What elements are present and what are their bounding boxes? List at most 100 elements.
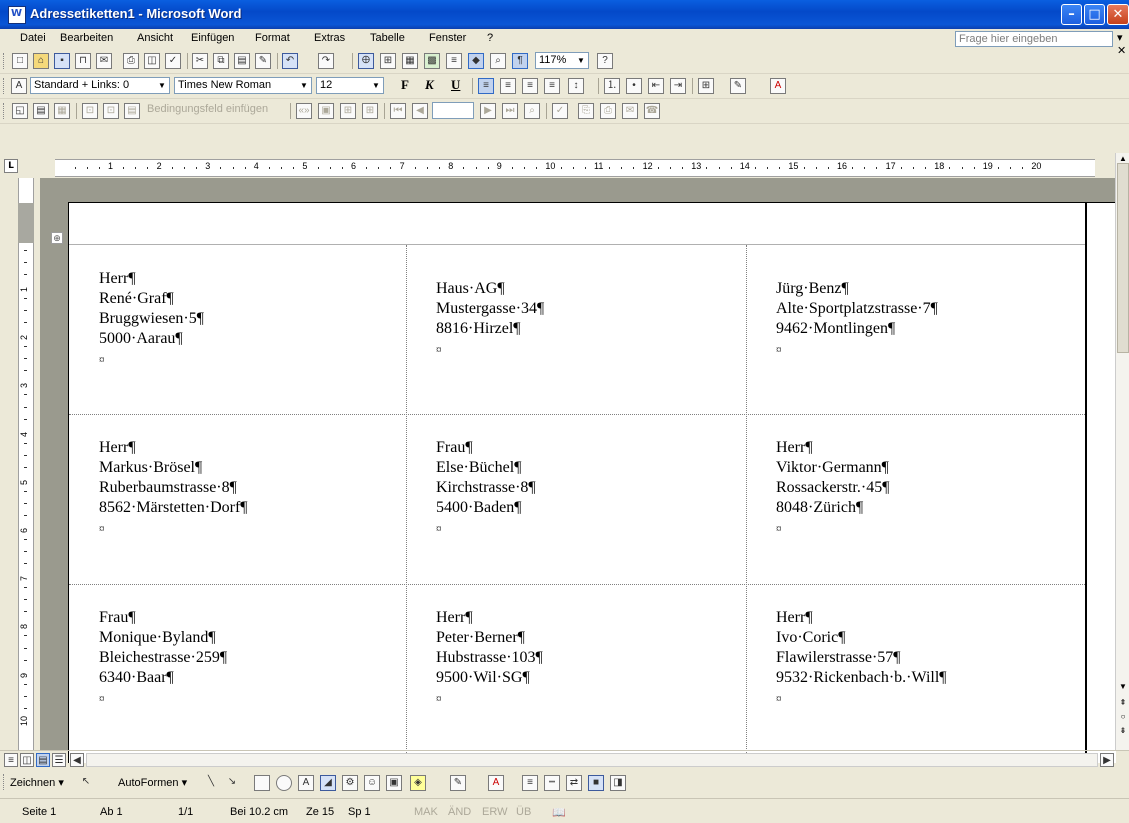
- style-combo[interactable]: Standard + Links: 0 ▼: [30, 77, 170, 94]
- status-mode-overtype[interactable]: ÜB: [516, 806, 531, 818]
- maximize-button[interactable]: □: [1084, 4, 1105, 25]
- address-label[interactable]: Haus·AG¶ Mustergasse·34¶ 8816·Hirzel¶ ¤: [436, 279, 544, 359]
- rectangle-icon[interactable]: [254, 775, 270, 791]
- spelling-status-icon[interactable]: 📖: [552, 806, 566, 819]
- merge-new-document-icon[interactable]: ⎘: [578, 103, 594, 119]
- bullets-icon[interactable]: •: [626, 78, 642, 94]
- numbering-icon[interactable]: ⒈: [604, 78, 620, 94]
- minimize-button[interactable]: –: [1061, 4, 1082, 25]
- open-data-source-icon[interactable]: ▤: [33, 103, 49, 119]
- title-bar[interactable]: W Adressetiketten1 - Microsoft Word – □ …: [0, 0, 1129, 29]
- picture-icon[interactable]: ▣: [386, 775, 402, 791]
- browse-object-icon[interactable]: ○: [1116, 711, 1129, 723]
- 3d-style-icon[interactable]: ◨: [610, 775, 626, 791]
- scroll-thumb[interactable]: [1117, 163, 1129, 353]
- highlight-icon[interactable]: ✎: [730, 78, 746, 94]
- chevron-down-icon[interactable]: ▼: [575, 54, 587, 67]
- status-mode-record[interactable]: MAK: [414, 806, 438, 818]
- styles-icon[interactable]: A: [11, 78, 27, 94]
- tab-selector[interactable]: L: [4, 159, 18, 173]
- excel-icon[interactable]: ▩: [424, 53, 440, 69]
- merge-email-icon[interactable]: ✉: [622, 103, 638, 119]
- menu-bearbeiten[interactable]: Bearbeiten: [60, 32, 113, 44]
- print-preview-icon[interactable]: ◫: [144, 53, 160, 69]
- menu-help[interactable]: ?: [487, 32, 493, 44]
- find-entry-icon[interactable]: ⌕: [524, 103, 540, 119]
- copy-icon[interactable]: ⧉: [213, 53, 229, 69]
- show-hide-paragraph-icon[interactable]: ¶: [512, 53, 528, 69]
- ellipse-icon[interactable]: [276, 775, 292, 791]
- chevron-down-icon[interactable]: ▼: [156, 79, 168, 92]
- spellcheck-icon[interactable]: ✓: [165, 53, 181, 69]
- previous-record-icon[interactable]: ◀: [412, 103, 428, 119]
- insert-fields-icon[interactable]: ▤: [124, 103, 140, 119]
- draw-menu-button[interactable]: Zeichnen ▾: [10, 776, 64, 789]
- font-combo[interactable]: Times New Roman ▼: [174, 77, 312, 94]
- scroll-down-icon[interactable]: ▼: [1116, 681, 1129, 693]
- first-record-icon[interactable]: ⏮: [390, 103, 406, 119]
- cut-icon[interactable]: ✂: [192, 53, 208, 69]
- close-button[interactable]: ✕: [1107, 4, 1129, 25]
- align-center-icon[interactable]: ≡: [500, 78, 516, 94]
- line-color-icon[interactable]: ✎: [450, 775, 466, 791]
- address-label[interactable]: Jürg·Benz¶ Alte·Sportplatzstrasse·7¶ 9462·…: [776, 279, 938, 359]
- main-document-icon[interactable]: ◱: [12, 103, 28, 119]
- zoom-combo[interactable]: 117% ▼: [535, 52, 589, 69]
- redo-icon[interactable]: ↷: [318, 53, 334, 69]
- table-move-handle-icon[interactable]: ⊕: [51, 232, 63, 244]
- bold-button[interactable]: F: [401, 77, 409, 93]
- merge-printer-icon[interactable]: ⎙: [600, 103, 616, 119]
- menu-datei[interactable]: Datei: [20, 32, 46, 44]
- dash-style-icon[interactable]: ┅: [544, 775, 560, 791]
- autoshapes-menu-button[interactable]: AutoFormen ▾: [118, 776, 187, 789]
- save-icon[interactable]: ▪: [54, 53, 70, 69]
- font-size-combo[interactable]: 12 ▼: [316, 77, 384, 94]
- line-icon[interactable]: ╲: [203, 775, 219, 791]
- font-color-icon[interactable]: A: [770, 78, 786, 94]
- status-mode-extend[interactable]: ERW: [482, 806, 507, 818]
- scroll-right-icon[interactable]: ▶: [1100, 753, 1114, 767]
- menu-fenster[interactable]: Fenster: [429, 32, 466, 44]
- recipients-icon[interactable]: ▦: [54, 103, 70, 119]
- hyperlink-icon[interactable]: 🜨: [358, 53, 374, 69]
- drawing-icon[interactable]: ◆: [468, 53, 484, 69]
- arrow-style-icon[interactable]: ⇄: [566, 775, 582, 791]
- toolbar-grip[interactable]: [3, 78, 7, 94]
- view-merged-data-icon[interactable]: «»: [296, 103, 312, 119]
- paste-icon[interactable]: ▤: [234, 53, 250, 69]
- check-errors-icon[interactable]: ✓: [552, 103, 568, 119]
- word-app-icon[interactable]: W: [8, 6, 26, 24]
- open-icon[interactable]: ⌂: [33, 53, 49, 69]
- diagram-icon[interactable]: ⚙: [342, 775, 358, 791]
- address-label[interactable]: Frau¶ Monique·Byland¶ Bleichestrasse·259¶ 6…: [99, 608, 227, 708]
- highlight-fields-icon[interactable]: ▣: [318, 103, 334, 119]
- menu-tabelle[interactable]: Tabelle: [370, 32, 405, 44]
- insert-greeting-icon[interactable]: ⊡: [103, 103, 119, 119]
- menu-format[interactable]: Format: [255, 32, 290, 44]
- previous-page-icon[interactable]: ⇞: [1116, 697, 1129, 709]
- status-mode-track[interactable]: ÄND: [448, 806, 471, 818]
- line-style-icon[interactable]: ≡: [522, 775, 538, 791]
- menu-ansicht[interactable]: Ansicht: [137, 32, 173, 44]
- print-icon[interactable]: ⎙: [123, 53, 139, 69]
- insert-condition-field-dropdown[interactable]: Bedingungsfeld einfügen: [147, 103, 268, 115]
- arrow-line-icon[interactable]: ↘: [224, 775, 240, 791]
- draw-font-color-icon[interactable]: A: [488, 775, 504, 791]
- border-icon[interactable]: ⊞: [698, 78, 714, 94]
- help-icon[interactable]: ?: [597, 53, 613, 69]
- document-page[interactable]: Herr¶ René·Graf¶ Bruggwiesen·5¶ 5000·Aarau¶…: [68, 202, 1116, 765]
- address-label[interactable]: Herr¶ Peter·Berner¶ Hubstrasse·103¶ 9500·Wi…: [436, 608, 543, 708]
- underline-button[interactable]: U: [451, 77, 460, 93]
- clipart-icon[interactable]: ☺: [364, 775, 380, 791]
- address-label[interactable]: Herr¶ René·Graf¶ Bruggwiesen·5¶ 5000·Aarau¶…: [99, 269, 204, 369]
- vertical-scrollbar[interactable]: ▲ ▼ ⇞ ○ ⇟: [1115, 153, 1129, 750]
- increase-indent-icon[interactable]: ⇥: [670, 78, 686, 94]
- toolbar-grip[interactable]: [3, 53, 7, 69]
- toolbar-grip[interactable]: [3, 103, 7, 119]
- address-label[interactable]: Herr¶ Ivo·Coric¶ Flawilerstrasse·57¶ 9532·R…: [776, 608, 947, 708]
- toolbar-grip[interactable]: [3, 774, 7, 790]
- horizontal-scroll-track[interactable]: [86, 753, 1098, 767]
- columns-icon[interactable]: ≡: [446, 53, 462, 69]
- horizontal-ruler[interactable]: 1 2 3 4 5 6 7 8 9 10 11 12 13 14 15 16 17 18 19 20: [55, 159, 1095, 177]
- help-search-input[interactable]: Frage hier eingeben: [955, 31, 1113, 47]
